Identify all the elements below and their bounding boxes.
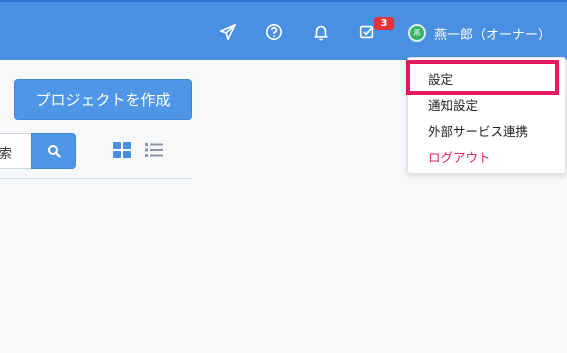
search-input[interactable]: 索 [0, 133, 32, 169]
list-view-button[interactable] [143, 139, 165, 161]
help-icon[interactable] [264, 22, 284, 42]
notification-badge: 3 [374, 17, 394, 30]
menu-item-logout[interactable]: ログアウト [428, 147, 491, 166]
user-name: 燕一郎（オーナー） [434, 27, 552, 43]
menu-item-notification-settings[interactable]: 通知設定 [428, 95, 478, 114]
grid-view-icon [113, 142, 131, 158]
bell-icon[interactable] [311, 22, 331, 42]
search-input-value: 索 [0, 147, 13, 162]
content-divider [0, 178, 192, 179]
avatar: 燕 [408, 24, 426, 42]
search-icon [47, 145, 61, 158]
create-project-button[interactable]: プロジェクトを作成 [14, 79, 192, 120]
menu-item-settings[interactable]: 設定 [428, 69, 453, 88]
top-navigation-bar: 3 燕 燕一郎（オーナー） [0, 0, 567, 60]
grid-view-button[interactable] [111, 139, 133, 161]
search-button[interactable] [31, 133, 76, 169]
send-icon[interactable] [218, 22, 238, 42]
user-menu-toggle[interactable]: 燕 燕一郎（オーナー） [408, 22, 551, 44]
menu-item-external-services[interactable]: 外部サービス連携 [428, 121, 528, 140]
user-dropdown-menu: 設定 通知設定 外部サービス連携 ログアウト [407, 57, 566, 174]
list-view-icon [145, 143, 163, 157]
